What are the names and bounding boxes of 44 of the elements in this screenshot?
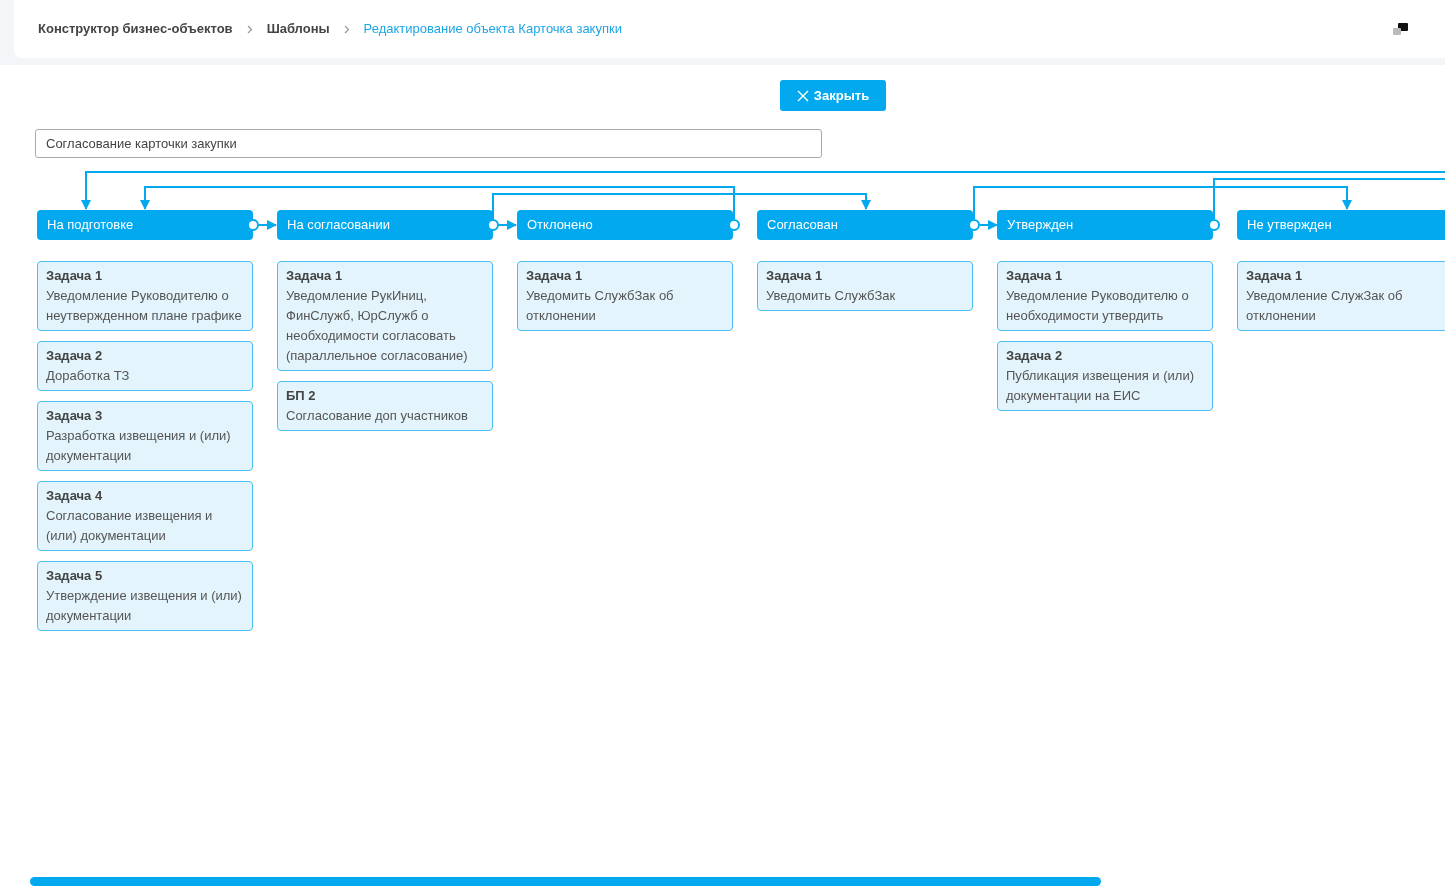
- task-description: Доработка ТЗ: [46, 367, 131, 385]
- chevron-right-icon: [343, 24, 350, 34]
- task-description: Утверждение извещения и (или) документации: [46, 587, 243, 625]
- task-card[interactable]: Задача 2 Публикация извещения и (или) документации на ЕИС: [997, 341, 1213, 411]
- task-description: Публикация извещения и (или) документации на ЕИС: [1006, 367, 1195, 405]
- task-card[interactable]: БП 2 Согласование доп участников: [277, 381, 493, 431]
- task-title: Задача 1: [46, 267, 104, 285]
- task-title: Задача 1: [286, 267, 344, 285]
- task-title: Задача 1: [1246, 267, 1304, 285]
- task-description: Уведомление Руководителю о неутвержденном плане графике: [46, 287, 243, 325]
- task-title: Задача 1: [1006, 267, 1064, 285]
- task-description: Уведомить СлужбЗак: [766, 287, 897, 305]
- task-description: Согласование извещения и (или) документации: [46, 507, 214, 545]
- close-icon: [796, 89, 809, 102]
- task-card[interactable]: Задача 1 Уведомление РукИниц, ФинСлужб, ЮрСлужб о необходимости согласовать (параллельное согласование): [277, 261, 493, 371]
- chevron-right-icon: [246, 24, 253, 34]
- task-description: Уведомление СлужЗак об отклонении: [1246, 287, 1404, 325]
- task-card[interactable]: Задача 1 Уведомление СлужЗак об отклонении: [1237, 261, 1445, 331]
- task-title: БП 2: [286, 387, 317, 405]
- task-title: Задача 4: [46, 487, 104, 505]
- task-title: Задача 1: [526, 267, 584, 285]
- task-description: Согласование доп участников: [286, 407, 469, 425]
- breadcrumb-link[interactable]: Шаблоны: [266, 19, 330, 39]
- task-description: Уведомление Руководителю о необходимости утвердить: [1006, 287, 1190, 325]
- task-card[interactable]: Задача 1 Уведомление Руководителю о необходимости утвердить: [997, 261, 1213, 331]
- task-title: Задача 1: [766, 267, 824, 285]
- task-description: Разработка извещения и (или) документации: [46, 427, 232, 465]
- process-name-field[interactable]: Согласование карточки закупки: [35, 129, 822, 158]
- task-title: Задача 2: [46, 347, 104, 365]
- task-title: Задача 2: [1006, 347, 1064, 365]
- task-description: Уведомить СлужбЗак об отклонении: [526, 287, 675, 325]
- task-card[interactable]: Задача 1 Уведомление Руководителю о неутвержденном плане графике: [37, 261, 253, 331]
- task-card[interactable]: Задача 3 Разработка извещения и (или) документации: [37, 401, 253, 471]
- task-card[interactable]: Задача 2 Доработка ТЗ: [37, 341, 253, 391]
- chat-icon[interactable]: [1393, 22, 1409, 36]
- breadcrumb-link[interactable]: Конструктор бизнес-объектов: [38, 19, 233, 39]
- task-card[interactable]: Задача 1 Уведомить СлужбЗак: [757, 261, 973, 311]
- horizontal-scrollbar[interactable]: [30, 877, 1101, 886]
- task-description: Уведомление РукИниц, ФинСлужб, ЮрСлужб о необходимости согласовать (параллельное согласование): [286, 287, 469, 365]
- task-title: Задача 5: [46, 567, 104, 585]
- task-card[interactable]: Задача 4 Согласование извещения и (или) документации: [37, 481, 253, 551]
- task-card[interactable]: Задача 1 Уведомить СлужбЗак об отклонении: [517, 261, 733, 331]
- task-card[interactable]: Задача 5 Утверждение извещения и (или) документации: [37, 561, 253, 631]
- task-title: Задача 3: [46, 407, 104, 425]
